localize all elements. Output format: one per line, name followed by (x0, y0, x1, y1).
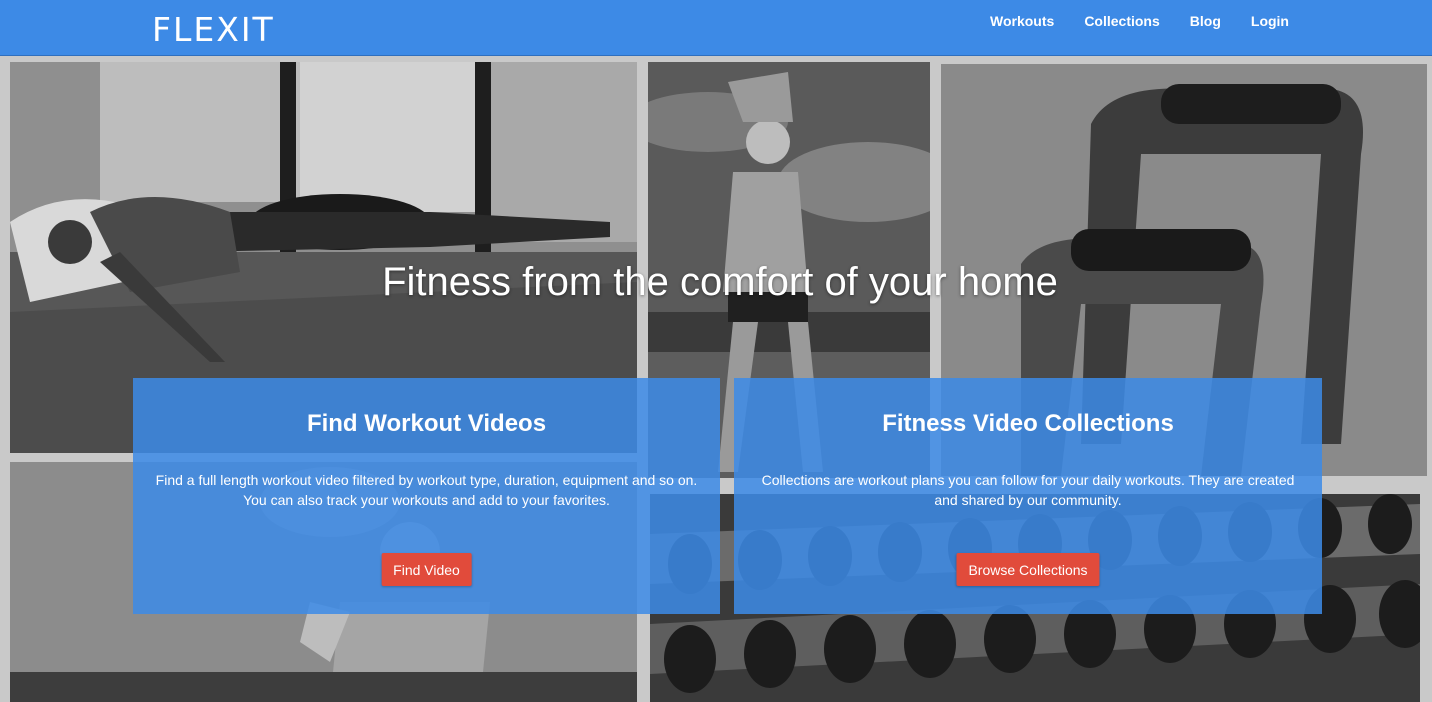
card-title-find-workouts: Find Workout Videos (306, 410, 547, 437)
browse-collections-button[interactable]: Browse Collections (956, 553, 1100, 586)
flexit-logo[interactable]: FLEXIT (152, 10, 275, 50)
card-title-collections: Fitness Video Collections (882, 410, 1174, 437)
top-navbar: FLEXIT Workouts Collections Blog Login (0, 0, 1432, 56)
video-collections-card: Fitness Video Collections Collections ar… (734, 378, 1322, 614)
find-workout-card: Find Workout Videos Find a full length w… (133, 378, 720, 614)
card-description-find-workouts: Find a full length workout video filtere… (155, 472, 698, 508)
nav-link-login[interactable]: Login (1251, 13, 1289, 29)
card-description-collections: Collections are workout plans you can fo… (761, 472, 1295, 508)
hero-title: Fitness from the comfort of your home (382, 260, 1058, 304)
nav-link-collections[interactable]: Collections (1084, 13, 1159, 29)
find-video-button[interactable]: Find Video (381, 553, 472, 586)
main-nav: Workouts Collections Blog Login (990, 0, 1289, 42)
nav-link-blog[interactable]: Blog (1190, 13, 1221, 29)
nav-link-workouts[interactable]: Workouts (990, 13, 1054, 29)
